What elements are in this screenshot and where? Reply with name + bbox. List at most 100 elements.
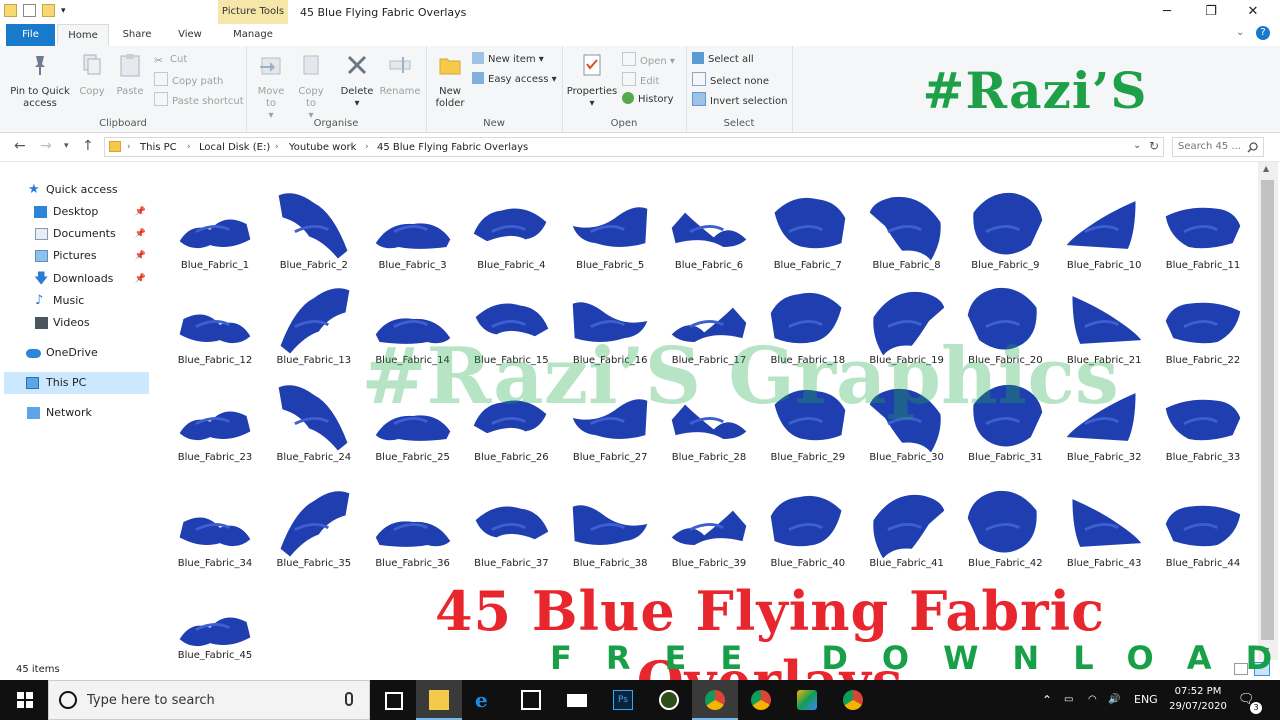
file-item[interactable]: Blue_Fabric_5 — [565, 182, 655, 278]
tab-file[interactable]: File — [6, 24, 55, 46]
file-item[interactable]: Blue_Fabric_29 — [763, 374, 853, 470]
nav-pictures[interactable]: Pictures 📌 — [0, 245, 150, 267]
file-item[interactable]: Blue_Fabric_1 — [170, 182, 260, 278]
file-item[interactable]: Blue_Fabric_35 — [269, 480, 359, 576]
file-item[interactable]: Blue_Fabric_13 — [269, 277, 359, 373]
wifi-icon[interactable]: ◠ — [1088, 680, 1097, 720]
file-item[interactable]: Blue_Fabric_45 — [170, 580, 260, 660]
file-item[interactable]: Blue_Fabric_41 — [862, 480, 952, 576]
file-item[interactable]: Blue_Fabric_4 — [466, 182, 556, 278]
tab-view[interactable]: View — [166, 24, 214, 46]
history-button[interactable]: History — [622, 92, 674, 108]
file-item[interactable]: Blue_Fabric_21 — [1059, 277, 1149, 373]
nav-this-pc[interactable]: This PC — [4, 372, 149, 394]
file-item[interactable]: Blue_Fabric_16 — [565, 277, 655, 373]
file-item[interactable]: Blue_Fabric_42 — [960, 480, 1050, 576]
file-item[interactable]: Blue_Fabric_30 — [862, 374, 952, 470]
select-all-button[interactable]: Select all — [692, 52, 754, 68]
taskbar-mail[interactable] — [554, 680, 600, 720]
taskbar-chrome-3[interactable] — [830, 680, 876, 720]
file-item[interactable]: Blue_Fabric_17 — [664, 277, 754, 373]
scroll-up-icon[interactable]: ▲ — [1263, 164, 1269, 173]
breadcrumb-this-pc[interactable]: This PC — [140, 138, 177, 157]
help-icon[interactable]: ? — [1256, 26, 1270, 40]
new-folder-button[interactable]: New folder — [430, 52, 470, 110]
file-item[interactable]: Blue_Fabric_33 — [1158, 374, 1248, 470]
nav-downloads[interactable]: 🡇 Downloads 📌 — [0, 268, 150, 290]
file-item[interactable]: Blue_Fabric_44 — [1158, 480, 1248, 576]
file-item[interactable]: Blue_Fabric_36 — [368, 480, 458, 576]
file-item[interactable]: Blue_Fabric_38 — [565, 480, 655, 576]
edit-button[interactable]: Edit — [622, 72, 659, 88]
nav-desktop[interactable]: Desktop 📌 — [0, 201, 150, 223]
tab-manage[interactable]: Manage — [220, 24, 286, 46]
cut-button[interactable]: ✂ Cut — [154, 52, 187, 68]
file-item[interactable]: Blue_Fabric_40 — [763, 480, 853, 576]
pin-icon[interactable]: 📌 — [135, 268, 146, 290]
easy-access-button[interactable]: Easy access ▾ — [472, 72, 557, 88]
notifications-icon[interactable]: 🗨 — [1238, 680, 1255, 720]
file-item[interactable]: Blue_Fabric_20 — [960, 277, 1050, 373]
properties-button[interactable]: Properties ▾ — [566, 52, 618, 110]
file-item[interactable]: Blue_Fabric_10 — [1059, 182, 1149, 278]
file-item[interactable]: Blue_Fabric_6 — [664, 182, 754, 278]
select-none-button[interactable]: Select none — [692, 72, 769, 88]
nav-documents[interactable]: Documents 📌 — [0, 223, 150, 245]
taskbar-edge[interactable]: e — [462, 680, 508, 720]
paste-shortcut-button[interactable]: Paste shortcut — [154, 92, 244, 108]
back-arrow-icon[interactable]: ← — [14, 138, 26, 154]
file-item[interactable]: Blue_Fabric_28 — [664, 374, 754, 470]
tab-home[interactable]: Home — [57, 24, 109, 46]
nav-music[interactable]: ♪ Music — [0, 290, 150, 312]
file-item[interactable]: Blue_Fabric_25 — [368, 374, 458, 470]
microphone-icon[interactable] — [345, 692, 353, 706]
pin-to-quick-access-button[interactable]: Pin to Quick access — [6, 52, 74, 110]
properties-icon[interactable] — [23, 4, 36, 17]
minimize-button[interactable]: ─ — [1144, 0, 1190, 24]
nav-videos[interactable]: Videos — [0, 312, 150, 334]
file-item[interactable]: Blue_Fabric_15 — [466, 277, 556, 373]
refresh-icon[interactable]: ↻ — [1149, 139, 1159, 153]
file-item[interactable]: Blue_Fabric_2 — [269, 182, 359, 278]
taskbar-store[interactable] — [508, 680, 554, 720]
up-arrow-icon[interactable]: ↑ — [82, 138, 94, 154]
taskbar-chrome-2[interactable] — [738, 680, 784, 720]
file-item[interactable]: Blue_Fabric_12 — [170, 277, 260, 373]
search-box[interactable]: Search 45 ... — [1172, 137, 1264, 157]
file-item[interactable]: Blue_Fabric_32 — [1059, 374, 1149, 470]
search-input[interactable]: Search 45 ... — [1178, 141, 1241, 152]
battery-icon[interactable]: ▭ — [1064, 680, 1073, 720]
pin-icon[interactable]: 📌 — [135, 201, 146, 223]
nav-onedrive[interactable]: OneDrive — [0, 342, 150, 364]
file-item[interactable]: Blue_Fabric_23 — [170, 374, 260, 470]
language-indicator[interactable]: ENG — [1134, 680, 1158, 720]
file-item[interactable]: Blue_Fabric_11 — [1158, 182, 1248, 278]
maximize-button[interactable]: ❐ — [1188, 0, 1234, 24]
address-bar[interactable]: › This PC › Local Disk (E:) › Youtube wo… — [104, 137, 1164, 157]
file-item[interactable]: Blue_Fabric_37 — [466, 480, 556, 576]
pin-icon[interactable]: 📌 — [135, 223, 146, 245]
taskbar-app-colorful[interactable] — [784, 680, 830, 720]
tab-share[interactable]: Share — [112, 24, 162, 46]
copy-to-button[interactable]: Copy to ▾ — [292, 52, 330, 122]
file-item[interactable]: Blue_Fabric_43 — [1059, 480, 1149, 576]
file-item[interactable]: Blue_Fabric_24 — [269, 374, 359, 470]
open-button[interactable]: Open ▾ — [622, 52, 675, 68]
file-item[interactable]: Blue_Fabric_14 — [368, 277, 458, 373]
file-item[interactable]: Blue_Fabric_39 — [664, 480, 754, 576]
show-hidden-icons-icon[interactable]: ⌃ — [1042, 680, 1052, 720]
file-item[interactable]: Blue_Fabric_26 — [466, 374, 556, 470]
breadcrumb-local-disk[interactable]: Local Disk (E:) — [199, 138, 270, 157]
taskbar-photoshop[interactable]: Ps — [600, 680, 646, 720]
new-item-button[interactable]: New item ▾ — [472, 52, 544, 68]
taskbar-file-explorer[interactable] — [416, 680, 462, 720]
taskbar-search[interactable]: Type here to search — [48, 680, 370, 720]
file-item[interactable]: Blue_Fabric_34 — [170, 480, 260, 576]
folder-icon[interactable] — [4, 4, 17, 17]
taskbar-search-input[interactable]: Type here to search — [87, 693, 215, 708]
task-view-button[interactable] — [370, 680, 416, 720]
scrollbar-thumb[interactable] — [1261, 180, 1274, 640]
customize-toolbar-icon[interactable]: ▾ — [61, 6, 66, 16]
expand-ribbon-icon[interactable]: ⌄ — [1236, 27, 1244, 38]
file-item[interactable]: Blue_Fabric_9 — [960, 182, 1050, 278]
